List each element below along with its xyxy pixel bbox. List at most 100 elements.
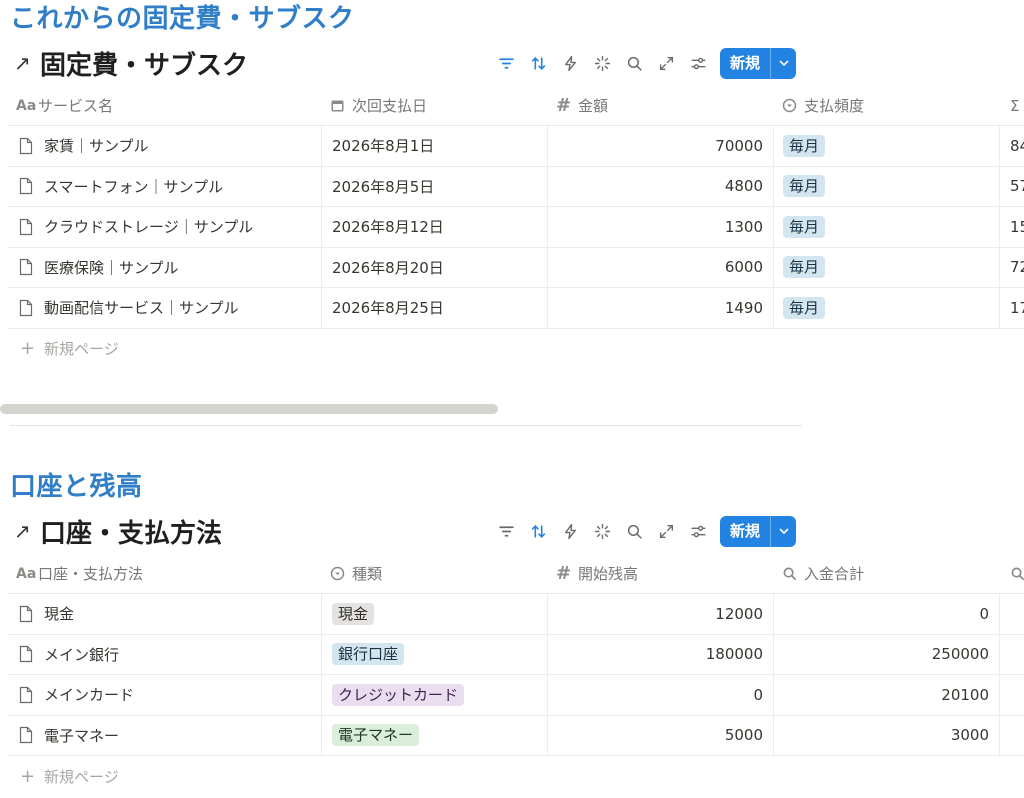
next-cell[interactable]: [1000, 675, 1024, 715]
deposit-total-cell[interactable]: 20100: [774, 675, 1000, 715]
column-header-date[interactable]: 次回支払日: [322, 86, 548, 125]
database-title[interactable]: 口座・支払方法: [40, 513, 222, 550]
chevron-down-icon[interactable]: [770, 47, 796, 79]
row-title[interactable]: メイン銀行: [44, 644, 119, 665]
add-new-page-button[interactable]: + 新規ページ: [8, 756, 1024, 796]
column-header-formula[interactable]: Σ: [1000, 86, 1024, 125]
column-header-start-balance[interactable]: # 開始残高: [548, 554, 774, 593]
date-cell[interactable]: 2026年8月5日: [322, 166, 548, 206]
text-property-icon: Aa: [16, 565, 37, 582]
page-icon: [18, 299, 44, 317]
table-row[interactable]: 動画配信サービス｜サンプル 2026年8月25日 1490 毎月 17: [8, 288, 1024, 329]
expand-icon[interactable]: [650, 48, 682, 78]
search-icon[interactable]: [618, 48, 650, 78]
column-header-deposit-total[interactable]: 入金合計: [774, 554, 1000, 593]
amount-cell[interactable]: 6000: [548, 247, 774, 287]
row-title[interactable]: 電子マネー: [44, 725, 119, 746]
column-header-type[interactable]: 種類: [322, 554, 548, 593]
section-heading-subscriptions: これからの固定費・サブスク: [10, 4, 355, 34]
open-arrow-icon[interactable]: ↗: [14, 519, 40, 543]
next-cell[interactable]: [1000, 635, 1024, 675]
frequency-cell[interactable]: 毎月: [774, 207, 1000, 247]
column-header-account[interactable]: Aa 口座・支払方法: [8, 554, 322, 593]
frequency-cell[interactable]: 毎月: [774, 126, 1000, 166]
horizontal-scrollbar[interactable]: [0, 404, 498, 414]
row-title[interactable]: スマートフォン｜サンプル: [44, 176, 223, 197]
settings-sliders-icon[interactable]: [682, 516, 714, 546]
text-property-icon: Aa: [16, 97, 37, 114]
formula-cell[interactable]: 84: [1000, 126, 1024, 166]
next-cell[interactable]: [1000, 716, 1024, 756]
settings-sliders-icon[interactable]: [682, 48, 714, 78]
ai-sparkle-icon[interactable]: [586, 48, 618, 78]
next-cell[interactable]: [1000, 594, 1024, 634]
deposit-total-cell[interactable]: 0: [774, 594, 1000, 634]
formula-cell[interactable]: 15: [1000, 207, 1024, 247]
column-header-amount[interactable]: # 金額: [548, 86, 774, 125]
subscription-table: Aa サービス名 次回支払日 # 金額 支払頻度 Σ 家賃｜サンプル 2026年8月…: [8, 86, 1024, 369]
amount-cell[interactable]: 1490: [548, 288, 774, 328]
row-title[interactable]: 現金: [44, 603, 74, 624]
column-header-name[interactable]: Aa サービス名: [8, 86, 322, 125]
page-icon: [18, 645, 44, 663]
column-header-frequency[interactable]: 支払頻度: [774, 86, 1000, 125]
start-balance-cell[interactable]: 0: [548, 675, 774, 715]
deposit-total-cell[interactable]: 250000: [774, 634, 1000, 674]
table-row[interactable]: 電子マネー 電子マネー 5000 3000: [8, 715, 1024, 756]
column-header-next[interactable]: [1000, 554, 1024, 593]
start-balance-cell[interactable]: 12000: [548, 594, 774, 634]
row-title[interactable]: 家賃｜サンプル: [44, 135, 149, 156]
deposit-total-cell[interactable]: 3000: [774, 715, 1000, 755]
date-cell[interactable]: 2026年8月12日: [322, 207, 548, 247]
formula-cell[interactable]: 72: [1000, 248, 1024, 288]
row-title[interactable]: メインカード: [44, 684, 134, 705]
start-balance-cell[interactable]: 180000: [548, 634, 774, 674]
open-arrow-icon[interactable]: ↗: [14, 51, 40, 75]
start-balance-cell[interactable]: 5000: [548, 715, 774, 755]
frequency-cell[interactable]: 毎月: [774, 288, 1000, 328]
type-cell[interactable]: 銀行口座: [322, 634, 548, 674]
expand-icon[interactable]: [650, 516, 682, 546]
filter-icon[interactable]: [490, 48, 522, 78]
automation-icon[interactable]: [554, 48, 586, 78]
formula-cell[interactable]: 57: [1000, 167, 1024, 207]
row-title[interactable]: クラウドストレージ｜サンプル: [44, 216, 253, 237]
sort-icon[interactable]: [522, 516, 554, 546]
type-cell[interactable]: クレジットカード: [322, 675, 548, 715]
date-cell[interactable]: 2026年8月1日: [322, 126, 548, 166]
new-button-label[interactable]: 新規: [720, 516, 770, 547]
table-row[interactable]: メインカード クレジットカード 0 20100: [8, 675, 1024, 716]
table-row[interactable]: クラウドストレージ｜サンプル 2026年8月12日 1300 毎月 15: [8, 207, 1024, 248]
filter-icon[interactable]: [490, 516, 522, 546]
type-cell[interactable]: 電子マネー: [322, 715, 548, 755]
amount-cell[interactable]: 70000: [548, 126, 774, 166]
amount-cell[interactable]: 1300: [548, 207, 774, 247]
automation-icon[interactable]: [554, 516, 586, 546]
new-button[interactable]: 新規: [720, 47, 797, 79]
rollup-search-icon: [782, 566, 804, 581]
add-new-page-button[interactable]: + 新規ページ: [8, 329, 1024, 369]
type-cell[interactable]: 現金: [322, 594, 548, 634]
database-title[interactable]: 固定費・サブスク: [40, 45, 248, 82]
formula-cell[interactable]: 17: [1000, 288, 1024, 328]
ai-sparkle-icon[interactable]: [586, 516, 618, 546]
type-tag: クレジットカード: [332, 683, 465, 706]
table-row[interactable]: 家賃｜サンプル 2026年8月1日 70000 毎月 84: [8, 126, 1024, 167]
sort-icon[interactable]: [522, 48, 554, 78]
row-title[interactable]: 動画配信サービス｜サンプル: [44, 297, 239, 318]
table-row[interactable]: 現金 現金 12000 0: [8, 594, 1024, 635]
table-row[interactable]: 医療保険｜サンプル 2026年8月20日 6000 毎月 72: [8, 247, 1024, 288]
search-icon[interactable]: [618, 516, 650, 546]
table-row[interactable]: スマートフォン｜サンプル 2026年8月5日 4800 毎月 57: [8, 166, 1024, 207]
new-button-label[interactable]: 新規: [720, 48, 770, 79]
amount-cell[interactable]: 4800: [548, 166, 774, 206]
date-cell[interactable]: 2026年8月20日: [322, 247, 548, 287]
frequency-cell[interactable]: 毎月: [774, 166, 1000, 206]
row-title[interactable]: 医療保険｜サンプル: [44, 257, 179, 278]
frequency-cell[interactable]: 毎月: [774, 247, 1000, 287]
new-button[interactable]: 新規: [720, 515, 797, 547]
chevron-down-icon[interactable]: [770, 515, 796, 547]
table-row[interactable]: メイン銀行 銀行口座 180000 250000: [8, 634, 1024, 675]
date-cell[interactable]: 2026年8月25日: [322, 288, 548, 328]
table-header-row: Aa サービス名 次回支払日 # 金額 支払頻度 Σ: [8, 86, 1024, 126]
